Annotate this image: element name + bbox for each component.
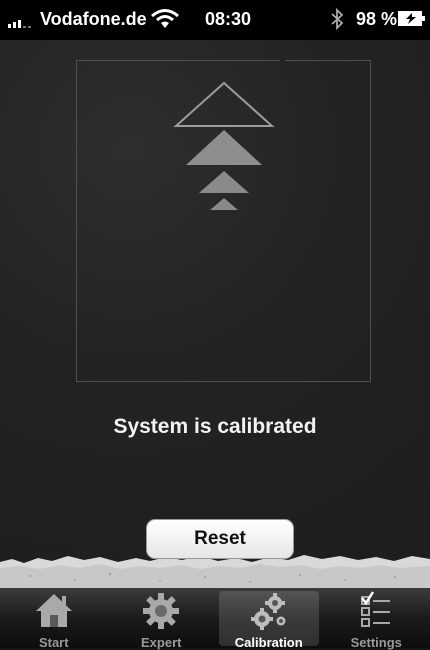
tab-bar: Start Expert — [0, 588, 430, 648]
checklist-icon — [356, 591, 396, 631]
status-bar: Vodafone.de 08:30 98 % — [0, 0, 430, 40]
battery-charging-icon — [398, 11, 422, 26]
bluetooth-icon — [330, 7, 344, 31]
up-arrows-icon — [0, 40, 430, 340]
tab-start[interactable]: Start — [0, 588, 108, 648]
signal-icon — [8, 14, 31, 28]
tab-settings[interactable]: Settings — [323, 588, 430, 648]
gears-icon — [247, 591, 291, 631]
tab-calibration[interactable]: Calibration — [215, 588, 323, 648]
battery-percent: 98 % — [356, 9, 397, 30]
carrier-name: Vodafone.de — [40, 9, 147, 30]
gear-icon — [141, 591, 181, 631]
clock: 08:30 — [205, 9, 251, 30]
reset-button[interactable]: Reset — [146, 519, 294, 559]
wifi-icon — [150, 7, 180, 31]
tab-expert[interactable]: Expert — [108, 588, 216, 648]
calibration-view: System is calibrated Reset — [0, 40, 430, 588]
home-icon — [34, 591, 74, 629]
calibration-status-text: System is calibrated — [0, 415, 430, 439]
